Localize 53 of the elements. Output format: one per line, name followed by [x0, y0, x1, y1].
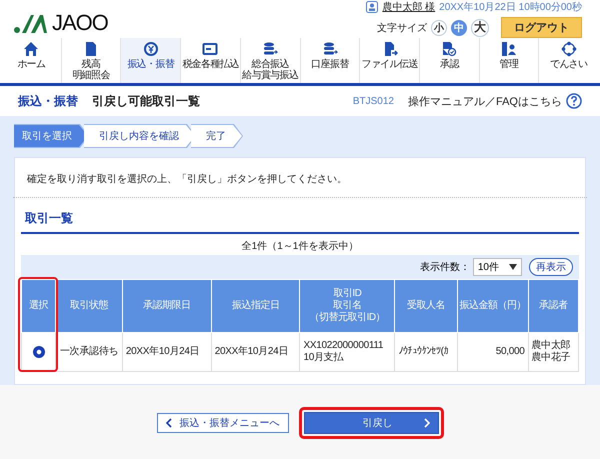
card-icon — [202, 41, 218, 57]
chevron-left-icon — [166, 418, 172, 428]
person-list-icon — [500, 41, 517, 57]
table-cell: ﾉｳﾁｭｳｹﾝｾﾂ(ｶ — [394, 332, 458, 372]
chevron-right-icon — [424, 418, 430, 428]
nav-tab[interactable]: 総合振込 給与賞与振込 — [240, 38, 301, 83]
column-header: 振込指定日 — [211, 280, 300, 332]
home-icon — [23, 41, 40, 57]
coin-stack-icon — [322, 41, 338, 57]
refresh-button[interactable]: 再表示 — [529, 258, 573, 276]
column-header: 取引ID 取引名 （切替元取引ID） — [300, 280, 395, 332]
font-size-button[interactable]: 大 — [471, 18, 489, 36]
column-header: 選択 — [22, 280, 56, 332]
yen-circle-icon — [142, 41, 159, 57]
column-header: 承認者 — [528, 280, 578, 332]
section-title: 振込・振替 — [18, 92, 79, 110]
document-check-icon — [441, 41, 458, 57]
table-cell: XX1022000000111 10月支払 — [300, 332, 395, 372]
result-count: 全1件（1～1件を表示中） — [240, 240, 360, 254]
help-link[interactable]: 操作マニュアル／FAQはこちら — [408, 94, 562, 108]
column-header: 受取人名 — [394, 280, 458, 332]
screen-id: BTJS012 — [352, 96, 394, 106]
nav-tab[interactable]: 振込・振替 — [121, 38, 182, 83]
table-cell: 20XX年10月24日 — [211, 332, 300, 372]
section-heading: 取引一覧 — [21, 198, 579, 234]
column-header: 振込金額（円） — [457, 280, 528, 332]
login-time: 20XX年10月22日 10時00分00秒 — [439, 0, 582, 14]
page-title: 引戻し可能取引一覧 — [92, 92, 201, 110]
submit-button[interactable]: 引戻し — [304, 412, 438, 434]
column-header: 承認期限日 — [122, 280, 212, 332]
nav-tab[interactable]: ファイル伝送 — [360, 38, 420, 83]
coin-stack-icon — [262, 41, 278, 57]
instruction-text: 確定を取り消す取引を選択の上、「引戻し」ボタンを押してください。 — [13, 158, 587, 198]
table-cell: 50,000 — [457, 332, 528, 372]
table-cell: 一次承認待ち — [56, 332, 122, 372]
table-cell: 農中太郎 農中花子 — [528, 332, 578, 372]
help-icon — [566, 93, 582, 109]
nav-tab[interactable]: 税金各種払込 — [181, 38, 241, 83]
table-cell: 20XX年10月24日 — [122, 332, 212, 372]
caret-icon — [509, 264, 517, 270]
logo-text: JAOO — [52, 10, 108, 36]
font-size-label: 文字サイズ — [377, 22, 427, 34]
logout-button[interactable]: ログアウト — [501, 17, 582, 38]
radio-button[interactable] — [32, 346, 45, 358]
font-size-button[interactable]: 小 — [431, 20, 447, 36]
back-button[interactable]: 振込・振替メニューへ — [156, 413, 288, 433]
column-header: 取引状態 — [56, 280, 122, 332]
logo-icon — [14, 12, 48, 34]
step-indicator: 完了 — [191, 124, 243, 148]
page-size-label: 表示件数： — [420, 260, 470, 274]
user-name-link[interactable]: 農中太郎 様 — [382, 0, 436, 14]
page-size-dropdown[interactable]: 10件 — [472, 258, 522, 276]
circle-arrows-icon — [560, 41, 577, 57]
